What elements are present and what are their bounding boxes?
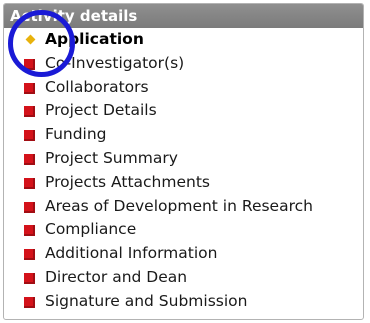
- red-square-icon: [24, 153, 35, 165]
- nav-item-funding[interactable]: Funding: [4, 123, 363, 147]
- red-square-icon: [24, 296, 35, 308]
- red-square-icon: [24, 225, 35, 237]
- nav-item-areas-of-development[interactable]: Areas of Development in Research: [4, 195, 363, 219]
- nav-item-label: Funding: [45, 125, 107, 144]
- nav-item-collaborators[interactable]: Collaborators: [4, 76, 363, 100]
- red-square-icon: [24, 201, 35, 213]
- nav-item-project-details[interactable]: Project Details: [4, 99, 363, 123]
- nav-item-label: Project Summary: [45, 148, 178, 167]
- nav-item-label: Projects Attachments: [45, 172, 210, 191]
- nav-item-label: Project Details: [45, 101, 157, 120]
- red-square-icon: [24, 272, 35, 284]
- nav-item-label: Signature and Submission: [45, 291, 248, 310]
- activity-details-panel: Activity details Application Co-Investig…: [3, 3, 364, 320]
- nav-item-label: Collaborators: [45, 77, 149, 96]
- nav-item-label: Areas of Development in Research: [45, 196, 313, 215]
- red-square-icon: [24, 106, 35, 118]
- nav-item-co-investigators[interactable]: Co-Investigator(s): [4, 52, 363, 76]
- red-square-icon: [24, 177, 35, 189]
- nav-item-label: Additional Information: [45, 244, 218, 263]
- nav-item-signature-and-submission[interactable]: Signature and Submission: [4, 290, 363, 314]
- yellow-diamond-icon: [25, 34, 36, 45]
- red-square-icon: [24, 130, 35, 142]
- nav-item-application[interactable]: Application: [4, 28, 363, 52]
- nav-item-compliance[interactable]: Compliance: [4, 218, 363, 242]
- panel-title: Activity details: [4, 4, 363, 28]
- nav-item-director-and-dean[interactable]: Director and Dean: [4, 266, 363, 290]
- activity-nav-list: Application Co-Investigator(s) Collabora…: [4, 28, 363, 314]
- nav-item-additional-information[interactable]: Additional Information: [4, 242, 363, 266]
- nav-item-project-summary[interactable]: Project Summary: [4, 147, 363, 171]
- red-square-icon: [24, 58, 35, 70]
- nav-item-label: Director and Dean: [45, 267, 188, 286]
- nav-item-label: Application: [45, 30, 144, 48]
- nav-item-label: Co-Investigator(s): [45, 53, 185, 72]
- red-square-icon: [24, 82, 35, 94]
- red-square-icon: [24, 249, 35, 261]
- nav-item-projects-attachments[interactable]: Projects Attachments: [4, 171, 363, 195]
- nav-item-label: Compliance: [45, 220, 137, 239]
